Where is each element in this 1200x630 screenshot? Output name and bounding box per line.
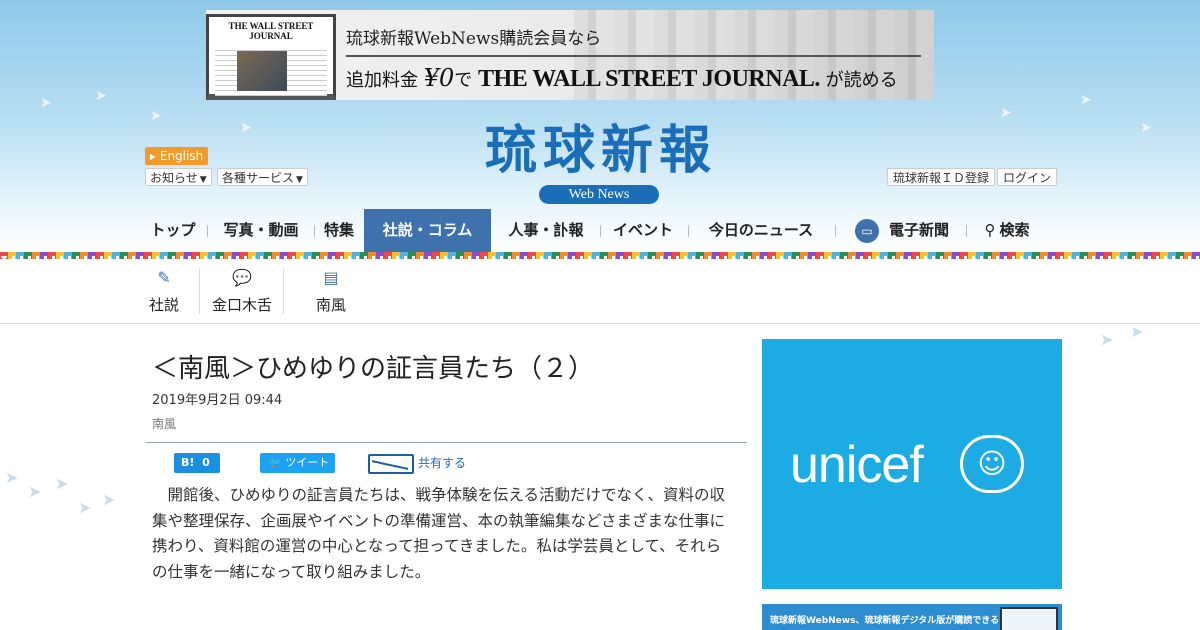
nav-separator bbox=[688, 225, 689, 237]
decorative-pattern-scallop bbox=[0, 256, 1200, 260]
nav-separator bbox=[207, 225, 208, 237]
banner-price: ¥0 bbox=[423, 64, 455, 92]
subnav-label: 金口木舌 bbox=[211, 296, 272, 314]
play-arrow-icon: ▸ bbox=[150, 149, 157, 163]
fish-decoration-icon: ➤ bbox=[28, 482, 42, 501]
hatena-bookmark-button[interactable]: B! 0 bbox=[174, 453, 220, 473]
wsj-ad-banner[interactable]: THE WALL STREET JOURNAL 琉球新報WebNews購読会員な… bbox=[206, 10, 934, 100]
hatena-icon: B! bbox=[181, 456, 195, 469]
nav-separator bbox=[314, 225, 315, 237]
nav-today-news[interactable]: 今日のニュース bbox=[705, 209, 817, 252]
mail-envelope-icon bbox=[368, 453, 414, 474]
epaper-label: 電子新聞 bbox=[888, 221, 949, 239]
fish-decoration-icon: ➤ bbox=[102, 490, 116, 509]
subnav-divider bbox=[0, 323, 1200, 324]
article-header-divider bbox=[146, 442, 747, 443]
english-button[interactable]: ▸ English bbox=[145, 147, 209, 165]
banner-headline: 琉球新報WebNews購読会員なら bbox=[346, 29, 602, 49]
nav-epaper[interactable]: ▭ 電子新聞 bbox=[854, 209, 950, 252]
search-label: 検索 bbox=[999, 221, 1030, 239]
nav-feature[interactable]: 特集 bbox=[321, 209, 357, 252]
subnav-separator bbox=[199, 268, 200, 314]
caret-down-icon: ▼ bbox=[199, 175, 207, 185]
laptop-masthead: THE WALL STREET JOURNAL bbox=[228, 21, 314, 41]
banner-offer-de: で bbox=[454, 70, 473, 91]
fish-decoration-icon: ➤ bbox=[78, 498, 92, 517]
subnav-kinkuchi-bokuzetsu[interactable]: 💬 金口木舌 bbox=[208, 268, 276, 318]
tweet-button[interactable]: 🐦 ツイート bbox=[260, 453, 335, 473]
fish-decoration-icon: ➤ bbox=[40, 95, 52, 111]
banner-laptop-image: THE WALL STREET JOURNAL bbox=[206, 14, 336, 100]
article-category[interactable]: 南風 bbox=[152, 415, 176, 432]
caret-down-icon: ▼ bbox=[296, 175, 303, 185]
login-button[interactable]: ログイン bbox=[997, 168, 1058, 186]
twitter-bird-icon: 🐦 bbox=[268, 456, 282, 469]
epaper-icon: ▭ bbox=[854, 218, 879, 243]
notice-dropdown[interactable]: お知らせ ▼ bbox=[145, 168, 212, 186]
nav-event[interactable]: イベント bbox=[611, 209, 675, 252]
fish-decoration-icon: ➤ bbox=[1000, 105, 1012, 121]
webnews-ad-screen-image bbox=[1000, 607, 1058, 630]
notice-label: お知らせ bbox=[150, 171, 198, 185]
chat-icon: ▤ bbox=[323, 268, 339, 287]
article-title: ＜南風＞ひめゆりの証言員たち（２） bbox=[152, 354, 595, 384]
unicef-ad[interactable]: unicef ☺ bbox=[762, 339, 1062, 589]
services-dropdown[interactable]: 各種サービス ▼ bbox=[217, 168, 308, 186]
hatena-count: 0 bbox=[202, 456, 210, 469]
nav-editorial-column[interactable]: 社説・コラム bbox=[364, 209, 491, 252]
subnav-separator bbox=[283, 268, 284, 314]
tweet-label: ツイート bbox=[285, 456, 330, 469]
fish-decoration-icon: ➤ bbox=[1130, 322, 1144, 341]
subnav-label: 社説 bbox=[148, 296, 179, 314]
article-date: 2019年9月2日 09:44 bbox=[152, 393, 283, 408]
fish-decoration-icon: ➤ bbox=[150, 108, 162, 124]
logo-subtitle: Web News bbox=[539, 185, 659, 204]
nav-separator bbox=[835, 225, 836, 237]
banner-wsj-brand: THE WALL STREET JOURNAL. bbox=[478, 66, 820, 92]
share-label: 共有する bbox=[418, 456, 467, 470]
services-label: 各種サービス bbox=[222, 171, 295, 185]
article-body: 開館後、ひめゆりの証言員たちは、戦争体験を伝える活動だけでなく、資料の収集や整理… bbox=[152, 486, 726, 581]
banner-divider bbox=[346, 55, 921, 57]
speech-bubble-icon: 💬 bbox=[232, 268, 252, 287]
nav-separator bbox=[966, 225, 967, 237]
id-register-button[interactable]: 琉球新報ＩＤ登録 bbox=[887, 168, 996, 186]
fish-decoration-icon: ➤ bbox=[95, 88, 107, 104]
laptop-photo bbox=[237, 51, 287, 91]
nav-photo-video[interactable]: 写真・動画 bbox=[217, 209, 305, 252]
english-label: English bbox=[159, 149, 204, 163]
unicef-emblem-icon: ☺ bbox=[960, 435, 1024, 493]
webnews-ad-text: 琉球新報WebNews、琉球新報デジタル版が購読できる bbox=[770, 616, 1000, 626]
search-icon: ⚲ bbox=[984, 221, 996, 239]
nav-separator bbox=[600, 225, 601, 237]
pen-icon: ✎ bbox=[157, 268, 171, 287]
banner-offer: 追加料金 ¥0で THE WALL STREET JOURNAL. が読める bbox=[346, 64, 898, 93]
fish-decoration-icon: ➤ bbox=[55, 474, 69, 493]
nav-personnel-obituary[interactable]: 人事・訃報 bbox=[503, 209, 589, 252]
fish-decoration-icon: ➤ bbox=[1080, 92, 1092, 108]
subnav-editorial[interactable]: ✎ 社説 bbox=[145, 268, 183, 318]
fish-decoration-icon: ➤ bbox=[1140, 120, 1152, 136]
nav-search[interactable]: ⚲ 検索 bbox=[980, 209, 1034, 252]
fish-decoration-icon: ➤ bbox=[1100, 330, 1114, 349]
fish-decoration-icon: ➤ bbox=[5, 468, 19, 487]
banner-offer-suffix: が読める bbox=[825, 70, 898, 91]
site-logo[interactable]: 琉球新報 bbox=[451, 120, 751, 182]
subnav-nanpu[interactable]: ▤ 南風 bbox=[312, 268, 350, 318]
banner-offer-prefix: 追加料金 bbox=[346, 70, 418, 91]
nav-top[interactable]: トップ bbox=[145, 209, 201, 252]
unicef-wordmark: unicef bbox=[790, 436, 924, 494]
fish-decoration-icon: ➤ bbox=[240, 120, 252, 136]
share-button[interactable]: 共有する bbox=[368, 453, 467, 474]
subnav-label: 南風 bbox=[315, 296, 346, 314]
webnews-subscription-ad[interactable]: 琉球新報WebNews、琉球新報デジタル版が購読できる bbox=[762, 604, 1062, 630]
